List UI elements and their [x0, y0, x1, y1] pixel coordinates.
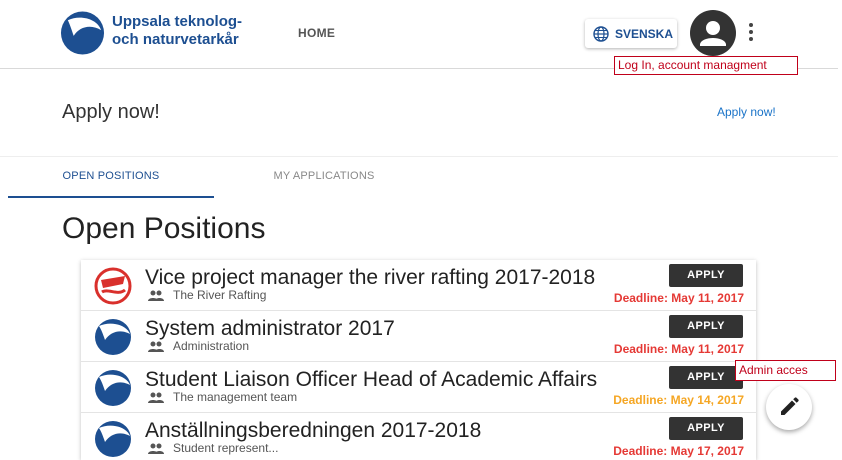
admin-annotation: Admin acces	[735, 360, 836, 381]
list-item[interactable]: System administrator 2017 Administration…	[81, 311, 756, 362]
brand-name[interactable]: Uppsala teknolog- och naturvetarkår	[112, 13, 242, 49]
position-group: The management team	[173, 390, 298, 404]
brand-line-2: och naturvetarkår	[112, 31, 239, 48]
apply-button[interactable]: APPLY	[669, 315, 743, 338]
position-deadline: Deadline: May 11, 2017	[613, 342, 744, 356]
river-rafting-icon	[94, 267, 132, 305]
utn-logo-icon	[95, 421, 131, 457]
login-annotation: Log In, account managment	[614, 56, 798, 75]
position-deadline: Deadline: May 11, 2017	[613, 291, 744, 305]
position-title[interactable]: System administrator 2017	[145, 317, 611, 341]
list-item[interactable]: Vice project manager the river rafting 2…	[81, 260, 756, 311]
tabs: OPEN POSITIONS MY APPLICATIONS	[8, 160, 838, 198]
language-button-label: SVENSKA	[615, 26, 674, 41]
apply-button[interactable]: APPLY	[669, 417, 743, 440]
utn-logo-icon[interactable]	[60, 10, 105, 56]
list-item[interactable]: Student Liaison Officer Head of Academic…	[81, 362, 756, 413]
account-avatar[interactable]	[690, 10, 736, 56]
utn-logo-icon	[95, 319, 131, 355]
pencil-icon	[781, 397, 799, 415]
position-group: The River Rafting	[173, 288, 267, 302]
brand-line-1: Uppsala teknolog-	[112, 13, 243, 30]
apply-now-link[interactable]: Apply now!	[717, 105, 776, 119]
group-icon	[148, 290, 164, 301]
position-group: Administration	[173, 339, 250, 353]
group-icon	[148, 341, 164, 352]
page-title: Open Positions	[62, 212, 266, 245]
list-item[interactable]: Anställningsberedningen 2017-2018 Studen…	[81, 413, 756, 460]
apply-button[interactable]: APPLY	[669, 264, 743, 287]
nav-home-link[interactable]: HOME	[298, 26, 335, 40]
apply-bar: Apply now! Apply now!	[0, 80, 838, 157]
tab-open-positions[interactable]: OPEN POSITIONS	[8, 160, 214, 198]
more-menu-icon[interactable]	[748, 23, 754, 43]
positions-list: Vice project manager the river rafting 2…	[81, 260, 756, 460]
position-deadline: Deadline: May 14, 2017	[613, 393, 744, 407]
language-button[interactable]: SVENSKA	[585, 19, 677, 48]
tab-my-applications[interactable]: MY APPLICATIONS	[214, 160, 434, 196]
utn-logo-icon	[95, 370, 131, 406]
position-title[interactable]: Vice project manager the river rafting 2…	[145, 266, 611, 290]
admin-edit-button[interactable]	[766, 384, 812, 430]
person-icon	[700, 21, 726, 46]
position-title[interactable]: Anställningsberedningen 2017-2018	[145, 419, 611, 443]
apply-button[interactable]: APPLY	[669, 366, 743, 389]
group-icon	[148, 443, 164, 454]
position-title[interactable]: Student Liaison Officer Head of Academic…	[145, 368, 611, 392]
position-group: Student represent...	[173, 441, 279, 455]
apply-title: Apply now!	[62, 101, 160, 123]
globe-icon	[593, 25, 609, 42]
group-icon	[148, 392, 164, 403]
